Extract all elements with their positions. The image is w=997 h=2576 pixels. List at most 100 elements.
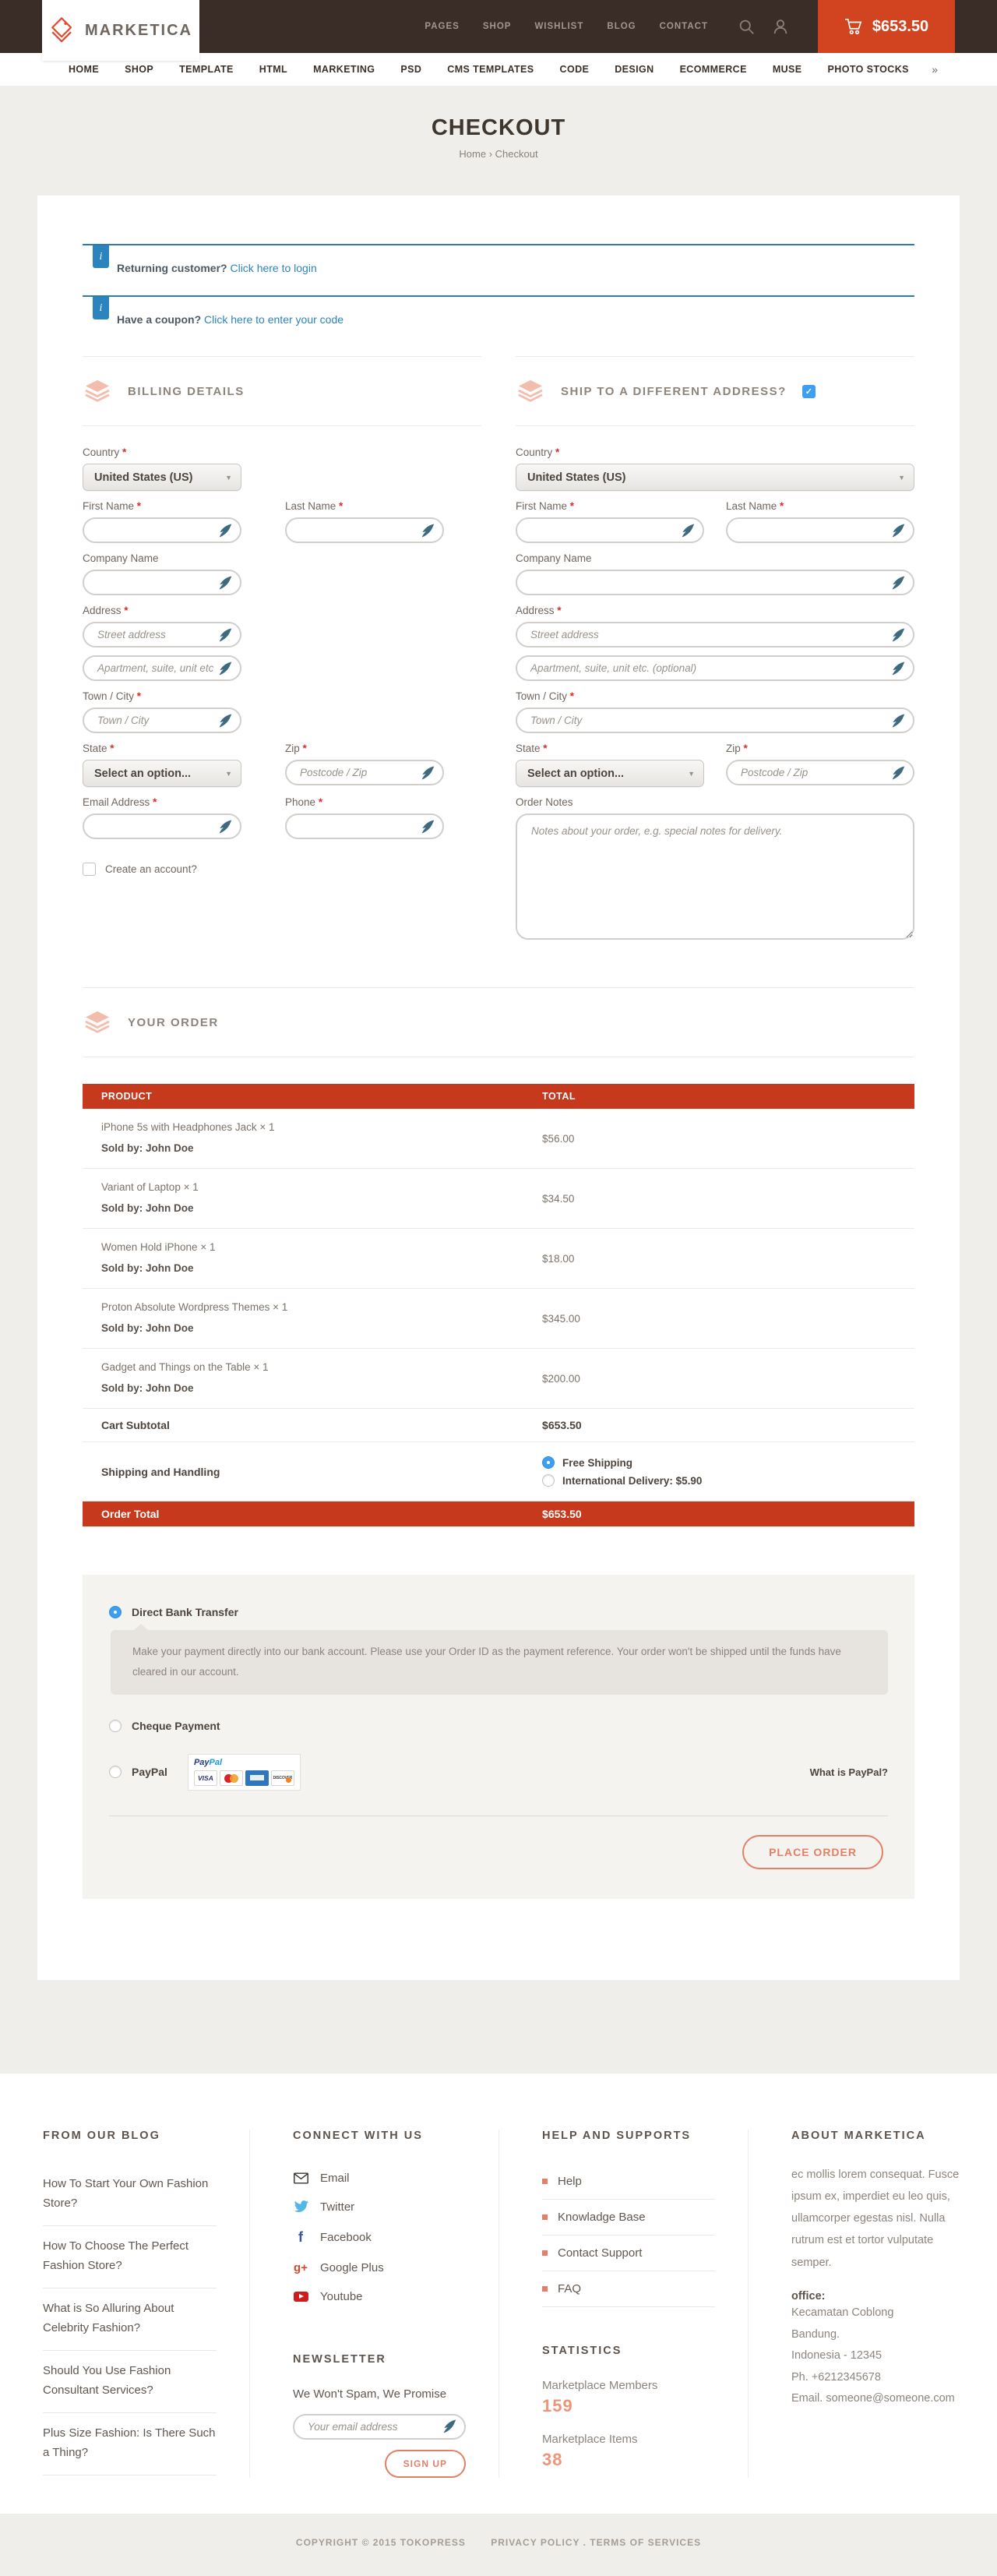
notice-text: Returning customer?	[117, 262, 227, 274]
main-nav-item[interactable]: HTML	[259, 64, 287, 75]
main-nav-item[interactable]: SHOP	[125, 64, 153, 75]
bank-transfer-description: Make your payment directly into our bank…	[111, 1630, 888, 1695]
social-google-plus[interactable]: g+ Google Plus	[293, 2253, 466, 2282]
main-nav-item[interactable]: PHOTO STOCKS	[828, 64, 909, 75]
shipping-zip-input[interactable]	[726, 760, 914, 785]
shipping-last-name-input[interactable]	[726, 517, 914, 543]
top-nav-item[interactable]: PAGES	[425, 22, 459, 31]
main-nav-item[interactable]: TEMPLATE	[179, 64, 234, 75]
pen-icon	[891, 576, 905, 590]
main-nav-item[interactable]: CMS TEMPLATES	[447, 64, 534, 75]
subtotal-row: Cart Subtotal $653.50	[83, 1409, 914, 1442]
shipping-option-free: Free Shipping	[542, 1456, 896, 1469]
shipping-company-input[interactable]	[516, 570, 914, 595]
main-nav-item[interactable]: MARKETING	[313, 64, 375, 75]
top-nav-item[interactable]: SHOP	[483, 22, 512, 31]
top-nav: PAGES SHOP WISHLIST BLOG CONTACT	[425, 22, 708, 31]
logo[interactable]: MARKETICA	[42, 0, 199, 61]
pen-icon	[218, 714, 232, 728]
login-link[interactable]: Click here to login	[230, 262, 316, 274]
search-icon[interactable]	[738, 19, 755, 35]
shipping-town-input[interactable]	[516, 708, 914, 733]
create-account-row: Create an account?	[83, 863, 481, 876]
help-link[interactable]: Contact Support	[542, 2235, 715, 2271]
billing-phone-field: Phone *	[285, 796, 444, 839]
pen-icon	[891, 766, 905, 780]
help-link[interactable]: Knowladge Base	[542, 2200, 715, 2235]
help-link[interactable]: Help	[542, 2164, 715, 2200]
footer-help-title: HELP AND SUPPORTS	[542, 2130, 715, 2142]
notice-returning-customer: i Returning customer? Click here to logi…	[83, 244, 914, 295]
product-total: $56.00	[523, 1109, 914, 1169]
main-nav-item[interactable]: ECOMMERCE	[680, 64, 747, 75]
what-is-paypal-link[interactable]: What is PayPal?	[810, 1766, 888, 1778]
policy-links[interactable]: PRIVACY POLICY . TERMS OF SERVICES	[491, 2537, 701, 2548]
product-title: Gadget and Things on the Table × 1	[101, 1361, 505, 1373]
shipping-street-input[interactable]	[516, 622, 914, 648]
site-header: MARKETICA PAGESSHOPWISHLISTBLOGCONTACT $…	[0, 0, 997, 53]
place-order-button[interactable]: PLACE ORDER	[742, 1835, 883, 1869]
ship-different-checkbox[interactable]	[802, 385, 816, 398]
sign-up-button[interactable]: SIGN UP	[385, 2450, 466, 2478]
about-text: ec mollis lorem consequat. Fusce ipsum e…	[791, 2164, 964, 2274]
cart-button[interactable]: $653.50	[818, 0, 955, 53]
blog-link[interactable]: Should You Use Fashion Consultant Servic…	[43, 2351, 217, 2413]
coupon-link[interactable]: Click here to enter your code	[204, 313, 343, 326]
items-value: 38	[542, 2450, 715, 2470]
radio-international-delivery[interactable]	[542, 1474, 555, 1487]
create-account-label: Create an account?	[105, 863, 197, 875]
help-link[interactable]: FAQ	[542, 2271, 715, 2307]
shipping-state-select[interactable]: Select an option... ▼	[516, 760, 704, 787]
shipping-first-name-input[interactable]	[516, 517, 704, 543]
nav-more-chevrons[interactable]: »	[932, 63, 938, 76]
top-nav-item[interactable]: CONTACT	[660, 22, 708, 31]
notice-coupon: i Have a coupon? Click here to enter you…	[83, 295, 914, 347]
shipping-apartment-input[interactable]	[516, 655, 914, 681]
radio-direct-bank-transfer[interactable]	[109, 1606, 122, 1618]
breadcrumb-home[interactable]: Home	[459, 148, 486, 160]
radio-free-shipping[interactable]	[542, 1456, 555, 1469]
product-sold-by: Sold by: John Doe	[101, 1382, 505, 1394]
shipping-column: SHIP TO A DIFFERENT ADDRESS? Country * U…	[516, 356, 914, 953]
user-icon[interactable]	[772, 18, 789, 35]
blog-link[interactable]: How To Choose The Perfect Fashion Store?	[43, 2226, 217, 2288]
paypal-cards-image: PayPal VISA DISCOVER	[188, 1754, 301, 1791]
social-youtube[interactable]: Youtube	[293, 2282, 466, 2311]
blog-link[interactable]: Plus Size Fashion: Is There Such a Thing…	[43, 2413, 217, 2475]
create-account-checkbox[interactable]	[83, 863, 96, 876]
newsletter-email-input[interactable]	[293, 2414, 466, 2440]
social-twitter[interactable]: Twitter	[293, 2193, 466, 2221]
main-nav-item[interactable]: DESIGN	[615, 64, 654, 75]
main-nav-item[interactable]: CODE	[560, 64, 590, 75]
main-nav-item[interactable]: MUSE	[773, 64, 802, 75]
shipping-first-name-field: First Name *	[516, 500, 704, 543]
copyright-text: COPYRIGHT © 2015 TOKOPRESS	[296, 2537, 466, 2548]
order-notes-textarea[interactable]	[516, 813, 914, 940]
blog-link[interactable]: What is So Alluring About Celebrity Fash…	[43, 2288, 217, 2351]
mastercard-icon	[220, 1770, 243, 1786]
billing-state-field: State * Select an option... ▼	[83, 743, 241, 787]
radio-paypal[interactable]	[109, 1766, 122, 1778]
main-nav-item[interactable]: PSD	[400, 64, 421, 75]
your-order-section: YOUR ORDER PRODUCT TOTAL iPhone 5s with …	[83, 987, 914, 1899]
subtotal-label: Cart Subtotal	[83, 1409, 523, 1442]
order-notes-field: Order Notes	[516, 796, 914, 944]
billing-country-select[interactable]: United States (US) ▼	[83, 464, 241, 491]
table-row: iPhone 5s with Headphones Jack × 1 Sold …	[83, 1109, 914, 1169]
radio-cheque-payment[interactable]	[109, 1720, 122, 1732]
shipping-row: Shipping and Handling Free Shipping Inte…	[83, 1442, 914, 1501]
main-nav-item[interactable]: HOME	[69, 64, 99, 75]
social-facebook[interactable]: f Facebook	[293, 2221, 466, 2253]
notice-text: Have a coupon?	[117, 313, 201, 326]
subtotal-value: $653.50	[523, 1409, 914, 1442]
social-email[interactable]: Email	[293, 2164, 466, 2193]
billing-state-select[interactable]: Select an option... ▼	[83, 760, 241, 787]
pen-icon	[421, 766, 435, 780]
shipping-country-select[interactable]: United States (US) ▼	[516, 464, 914, 491]
pen-icon	[681, 524, 695, 538]
payment-methods-panel: Direct Bank Transfer Make your payment d…	[83, 1575, 914, 1899]
top-nav-item[interactable]: WISHLIST	[534, 22, 583, 31]
blog-link[interactable]: How To Start Your Own Fashion Store?	[43, 2164, 217, 2226]
top-nav-item[interactable]: BLOG	[607, 22, 636, 31]
items-label: Marketplace Items	[542, 2433, 715, 2446]
